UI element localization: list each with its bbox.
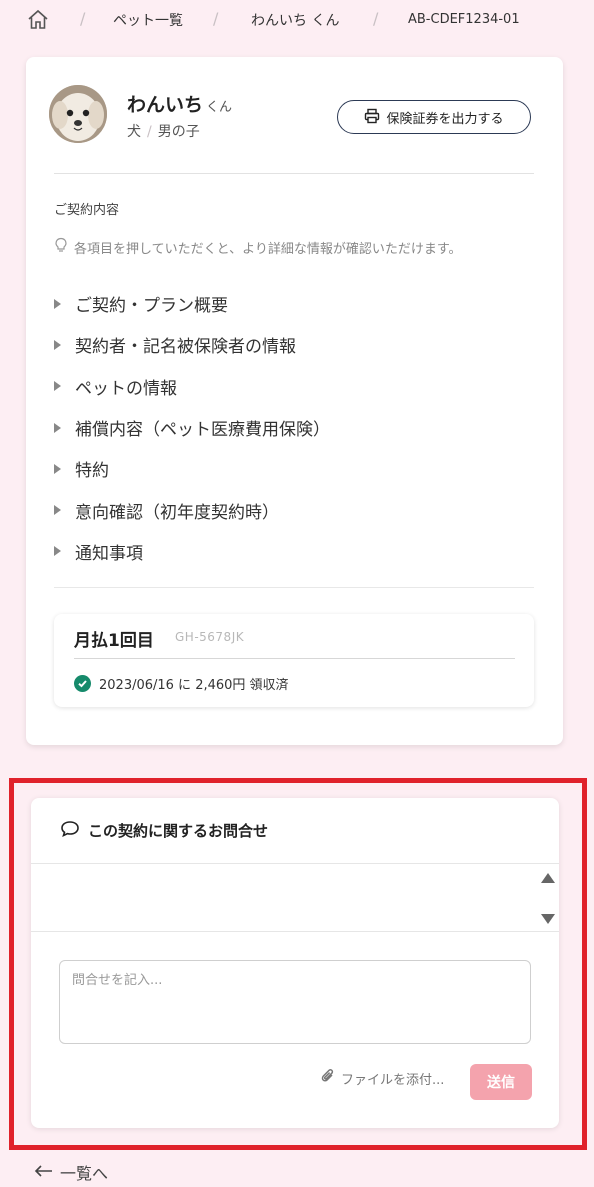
caret-right-icon	[54, 339, 61, 350]
scroll-up-arrow-icon[interactable]	[541, 873, 555, 883]
back-to-list-label: 一覧へ	[60, 1164, 109, 1183]
accordion-item-label: 意向確認（初年度契約時）	[75, 502, 279, 523]
output-certificate-label: 保険証券を出力する	[386, 110, 504, 126]
chat-bubble-icon	[60, 820, 80, 842]
caret-right-icon	[54, 546, 61, 557]
inquiry-header: この契約に関するお問合せ	[31, 798, 559, 864]
pet-gender: 男の子	[157, 124, 200, 140]
caret-right-icon	[54, 422, 61, 433]
breadcrumb-pet-list[interactable]: ペット一覧	[113, 10, 183, 30]
pet-avatar	[49, 85, 107, 143]
caret-right-icon	[54, 381, 61, 392]
attach-file-label: ファイルを添付...	[341, 1072, 445, 1088]
divider	[54, 587, 534, 588]
meta-separator: /	[147, 124, 152, 140]
breadcrumb-separator: /	[80, 9, 86, 28]
accordion-item-label: 契約者・記名被保険者の情報	[75, 337, 296, 358]
paperclip-icon	[321, 1068, 335, 1088]
payment-title: 月払1回目	[74, 631, 154, 651]
pet-name-suffix: くん	[206, 100, 233, 115]
payment-status: 2023/06/16 に 2,460円 領収済	[74, 674, 289, 693]
lightbulb-icon	[54, 237, 68, 257]
inquiry-title: この契約に関するお問合せ	[88, 822, 269, 840]
accordion-item-coverage[interactable]: 補償内容（ペット医療費用保険）	[54, 407, 534, 448]
policy-card: わんいち くん 犬 / 男の子 保険証券を出力する ご契約内容 各項目を押していただく…	[26, 57, 563, 745]
pet-species: 犬	[127, 124, 141, 140]
breadcrumb-separator: /	[373, 9, 379, 28]
pet-name: わんいち くん	[127, 90, 232, 117]
attach-file-button[interactable]: ファイルを添付...	[321, 1068, 444, 1088]
accordion-item-riders[interactable]: 特約	[54, 448, 534, 489]
accordion-item-label: 補償内容（ペット医療費用保険）	[75, 420, 330, 441]
output-certificate-button[interactable]: 保険証券を出力する	[337, 100, 531, 134]
caret-right-icon	[54, 505, 61, 516]
accordion-item-plan-overview[interactable]: ご契約・プラン概要	[54, 283, 534, 324]
accordion-item-policyholder-info[interactable]: 契約者・記名被保険者の情報	[54, 324, 534, 365]
send-button[interactable]: 送信	[470, 1064, 532, 1100]
accordion-item-label: 特約	[75, 461, 109, 482]
scroll-down-arrow-icon[interactable]	[541, 914, 555, 924]
accordion-item-label: ペットの情報	[75, 378, 177, 399]
accordion-item-notices[interactable]: 通知事項	[54, 531, 534, 572]
accordion-item-label: 通知事項	[75, 543, 143, 564]
payment-status-text: 2023/06/16 に 2,460円 領収済	[99, 678, 289, 693]
breadcrumb-policy-number: AB-CDEF1234-01	[408, 12, 520, 27]
payment-code: GH-5678JK	[175, 630, 245, 644]
check-circle-icon	[74, 675, 91, 692]
printer-icon	[364, 108, 380, 127]
inquiry-card: この契約に関するお問合せ ファイルを添付... 送信	[31, 798, 559, 1128]
accordion-item-intent-confirmation[interactable]: 意向確認（初年度契約時）	[54, 489, 534, 530]
arrow-left-icon	[34, 1163, 54, 1182]
contract-hint-text: 各項目を押していただくと、より詳細な情報が確認いただけます。	[74, 241, 462, 257]
back-to-list-link[interactable]: 一覧へ	[34, 1160, 108, 1184]
caret-right-icon	[54, 298, 61, 309]
contract-accordion: ご契約・プラン概要 契約者・記名被保険者の情報 ペットの情報 補償内容（ペット医…	[54, 283, 534, 572]
pet-meta: 犬 / 男の子	[127, 121, 200, 141]
breadcrumb: / ペット一覧 / わんいち くん / AB-CDEF1234-01	[0, 0, 594, 40]
inquiry-message-log[interactable]	[31, 864, 559, 932]
divider	[54, 173, 534, 174]
accordion-item-label: ご契約・プラン概要	[75, 296, 228, 317]
inquiry-input[interactable]	[59, 960, 531, 1044]
breadcrumb-pet-name[interactable]: わんいち くん	[251, 10, 339, 30]
caret-right-icon	[54, 463, 61, 474]
divider	[74, 658, 515, 659]
pet-name-text: わんいち	[127, 94, 204, 116]
contract-hint: 各項目を押していただくと、より詳細な情報が確認いただけます。	[54, 237, 462, 257]
home-icon[interactable]	[26, 8, 50, 32]
accordion-item-pet-info[interactable]: ペットの情報	[54, 366, 534, 407]
contract-section-title: ご契約内容	[54, 203, 120, 218]
breadcrumb-separator: /	[213, 9, 219, 28]
payment-card: 月払1回目 GH-5678JK 2023/06/16 に 2,460円 領収済	[54, 614, 534, 707]
